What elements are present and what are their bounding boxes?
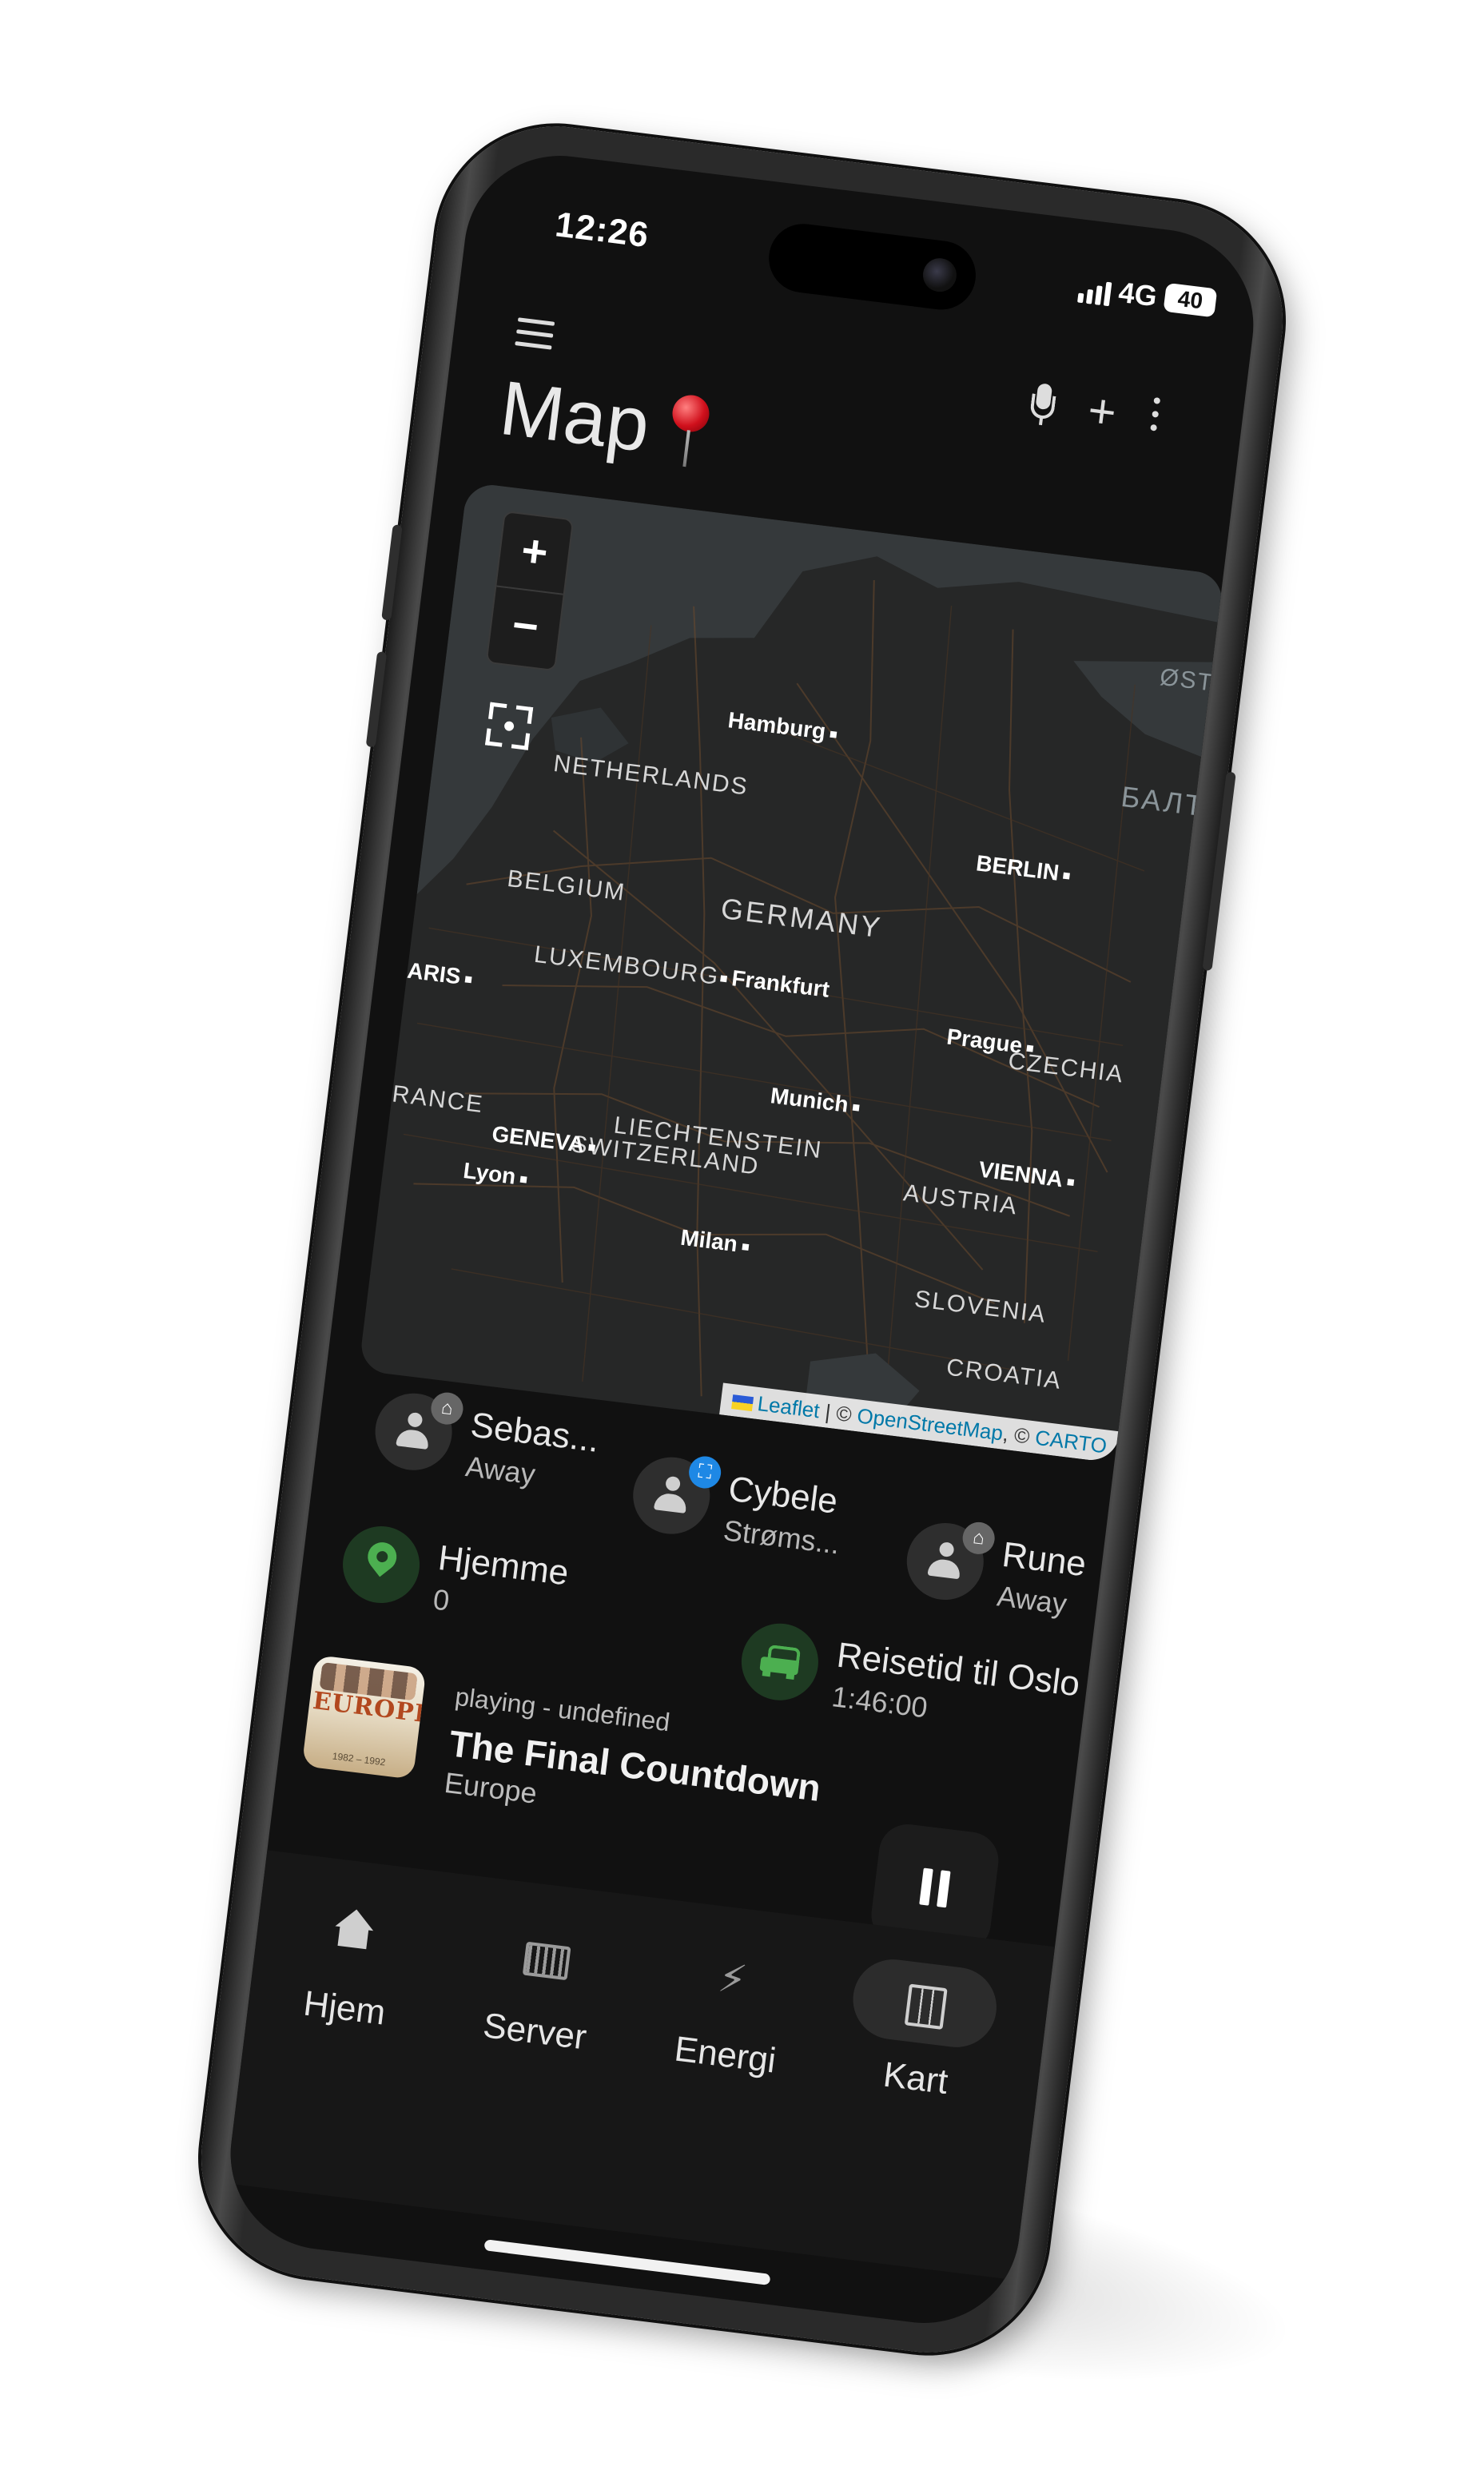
map-view[interactable]: + − NETHERLANDS BELGIUM GERMANY LUXEMBOU… xyxy=(358,482,1225,1464)
carto-link[interactable]: CARTO xyxy=(1034,1426,1108,1458)
nav-label: Energi xyxy=(672,2029,778,2081)
zoom-out-button[interactable]: − xyxy=(487,587,563,668)
album-art: EUROPE 1982 – 1992 xyxy=(301,1654,427,1780)
entity-badge: ⛶ xyxy=(628,1453,723,1539)
camera-icon xyxy=(921,256,959,294)
zone-icon: ⛶ xyxy=(686,1454,723,1490)
entity-state: 1:46:00 xyxy=(830,1680,929,1724)
entity-state: 0 xyxy=(431,1582,452,1617)
entity-badge xyxy=(737,1619,823,1705)
battery-icon: 40 xyxy=(1163,282,1218,318)
nav-label: Kart xyxy=(881,2054,950,2102)
nav-label: Hjem xyxy=(301,1983,388,2033)
pushpin-icon xyxy=(664,392,713,469)
screen: 12:26 4G 40 + Map + − NETHERLANDS BELGIU… xyxy=(219,145,1265,2334)
lightning-bolt-icon xyxy=(702,1952,768,2007)
attribution-separator: , © xyxy=(1001,1421,1037,1450)
map-marker-icon xyxy=(361,1536,403,1585)
menu-icon[interactable] xyxy=(515,317,555,350)
entity-badge xyxy=(902,1518,997,1605)
attribution-separator: | © xyxy=(818,1398,859,1428)
entity-state: Away xyxy=(464,1450,538,1491)
ukraine-flag-icon xyxy=(730,1394,754,1412)
nav-item-server[interactable]: Server xyxy=(440,1906,636,2110)
home-icon xyxy=(320,1906,387,1961)
signal-icon xyxy=(1077,279,1115,307)
nav-item-kart[interactable]: Kart xyxy=(820,1953,1017,2157)
phone: 12:26 4G 40 + Map + − NETHERLANDS BELGIU… xyxy=(187,113,1297,2366)
mic-icon[interactable] xyxy=(1029,382,1057,426)
more-vert-icon[interactable] xyxy=(1149,397,1161,439)
map-icon xyxy=(892,1976,958,2031)
entity-badge xyxy=(338,1521,424,1608)
leave-home-icon xyxy=(429,1390,465,1426)
leaflet-link[interactable]: Leaflet xyxy=(756,1391,821,1422)
leave-home-icon xyxy=(961,1520,997,1557)
entity-state: Away xyxy=(995,1579,1069,1621)
person-icon xyxy=(396,1410,432,1451)
pause-icon xyxy=(917,1867,952,1908)
server-icon xyxy=(511,1929,577,1984)
person-icon xyxy=(653,1474,690,1515)
nav-item-hjem[interactable]: Hjem xyxy=(249,1883,445,2086)
fit-bounds-icon[interactable] xyxy=(485,702,534,750)
person-icon xyxy=(927,1541,963,1581)
entity-name: Rune xyxy=(1000,1534,1088,1585)
nav-label: Server xyxy=(480,2006,589,2058)
dynamic-island xyxy=(765,220,980,314)
entity-badge xyxy=(371,1389,465,1475)
entity-name: Hjemme xyxy=(436,1537,571,1593)
stage: 12:26 4G 40 + Map + − NETHERLANDS BELGIU… xyxy=(0,0,1484,2474)
album-art-years: 1982 – 1992 xyxy=(332,1750,387,1768)
plus-icon[interactable]: + xyxy=(1085,383,1120,440)
network-type: 4G xyxy=(1116,275,1160,313)
zoom-in-button[interactable]: + xyxy=(496,512,573,595)
nav-item-energi[interactable]: Energi xyxy=(630,1930,826,2134)
car-icon xyxy=(759,1644,802,1680)
entity-name: Cybele xyxy=(726,1469,840,1521)
status-time: 12:26 xyxy=(553,205,651,256)
page-title: Map xyxy=(495,364,654,468)
